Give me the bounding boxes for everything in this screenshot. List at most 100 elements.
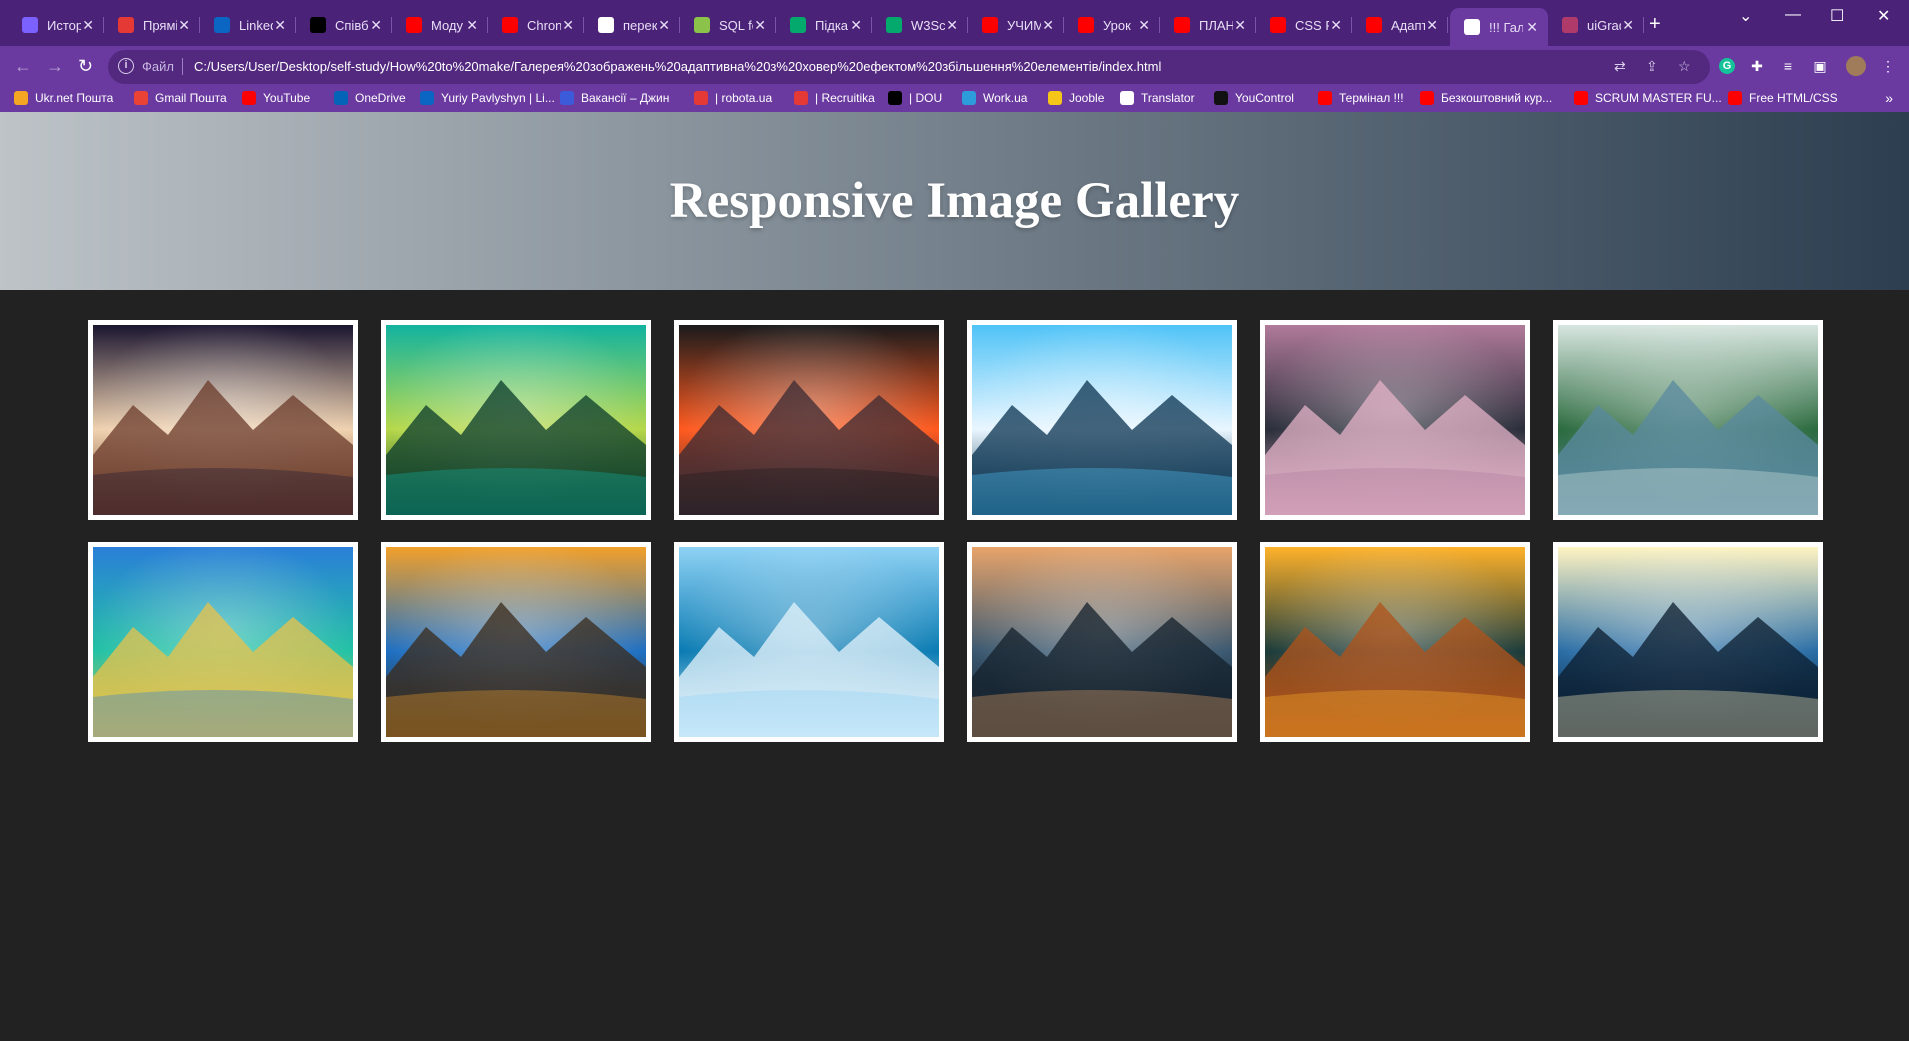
- bookmark-item[interactable]: | robota.ua: [694, 91, 772, 105]
- gallery-image-ocean-wave: [679, 547, 939, 737]
- tab-close-icon[interactable]: ✕: [1526, 19, 1538, 36]
- m-logo-icon: [694, 17, 710, 33]
- bookmark-item[interactable]: Термінал !!!: [1318, 91, 1404, 105]
- bookmark-item[interactable]: Yuriy Pavlyshyn | Li...: [420, 91, 555, 105]
- browser-tab[interactable]: УЧИМ ✕: [968, 10, 1064, 40]
- bookmark-item[interactable]: Вакансії – Джин: [560, 91, 669, 105]
- bookmark-item[interactable]: Free HTML/CSS: [1728, 91, 1838, 105]
- browser-tab[interactable]: W3Sch✕: [872, 10, 968, 40]
- reload-icon[interactable]: ↻: [78, 56, 93, 77]
- tab-close-icon[interactable]: ✕: [658, 17, 670, 34]
- gallery-card[interactable]: [88, 320, 358, 520]
- tab-close-icon[interactable]: ✕: [1622, 17, 1634, 34]
- site-info-icon[interactable]: i: [118, 58, 134, 74]
- youtube-icon: [1728, 91, 1742, 105]
- youtube-icon: [1318, 91, 1332, 105]
- bookmark-item[interactable]: YouTube: [242, 91, 310, 105]
- globe-icon: [1464, 19, 1480, 35]
- bookmark-label: YouTube: [263, 91, 311, 105]
- tab-close-icon[interactable]: ✕: [850, 17, 862, 34]
- bookmarks-overflow-icon[interactable]: »: [1885, 90, 1893, 106]
- browser-tab[interactable]: SQL fo✕: [680, 10, 776, 40]
- gallery-card[interactable]: [674, 320, 944, 520]
- browser-tab[interactable]: ПЛАН ✕: [1160, 10, 1256, 40]
- browser-tab[interactable]: Истор ✕: [8, 10, 104, 40]
- address-url[interactable]: C:/Users/User/Desktop/self-study/How%20t…: [194, 59, 1161, 74]
- gallery-image-sunset-beach-tree: [386, 547, 646, 737]
- bookmark-item[interactable]: | DOU: [888, 91, 942, 105]
- tab-close-icon[interactable]: ✕: [1138, 17, 1150, 34]
- close-window-button[interactable]: ✕: [1877, 6, 1890, 26]
- address-scheme-label: Файл: [142, 59, 174, 74]
- grammarly-extension-icon[interactable]: G: [1719, 58, 1735, 74]
- gallery-card[interactable]: [674, 542, 944, 742]
- tab-close-icon[interactable]: ✕: [1330, 17, 1342, 34]
- tab-close-icon[interactable]: ✕: [82, 17, 94, 34]
- side-panel-icon[interactable]: ▣: [1812, 58, 1828, 74]
- minimize-button[interactable]: —: [1785, 6, 1801, 24]
- bookmark-item[interactable]: Work.ua: [962, 91, 1027, 105]
- browser-tab[interactable]: uiGrad✕: [1548, 10, 1644, 40]
- tab-close-icon[interactable]: ✕: [178, 17, 190, 34]
- tab-title: W3Sch: [911, 17, 945, 33]
- gallery-card[interactable]: [1260, 320, 1530, 520]
- browser-tab[interactable]: Адапт ✕: [1352, 10, 1448, 40]
- browser-tab[interactable]: Моду ✕: [392, 10, 488, 40]
- bookmark-item[interactable]: OneDrive: [334, 91, 406, 105]
- browser-tab[interactable]: Linked✕: [200, 10, 296, 40]
- browser-tab[interactable]: Урок ✕: [1064, 10, 1160, 40]
- tab-close-icon[interactable]: ✕: [274, 17, 286, 34]
- djinni-icon: [560, 91, 574, 105]
- browser-tab[interactable]: Співбе✕: [296, 10, 392, 40]
- browser-tab[interactable]: !!! Гал ✕: [1450, 8, 1548, 46]
- bookmark-item[interactable]: SCRUM MASTER FU...: [1574, 91, 1722, 105]
- extensions-puzzle-icon[interactable]: ✚: [1749, 58, 1765, 74]
- gallery-card[interactable]: [381, 542, 651, 742]
- tab-close-icon[interactable]: ✕: [946, 17, 958, 34]
- bookmark-item[interactable]: | Recruitika: [794, 91, 875, 105]
- forward-icon[interactable]: →: [46, 56, 64, 77]
- browser-tab[interactable]: перек ✕: [584, 10, 680, 40]
- gallery-card[interactable]: [1260, 542, 1530, 742]
- tab-close-icon[interactable]: ✕: [754, 17, 766, 34]
- gallery-card[interactable]: [1553, 542, 1823, 742]
- bookmark-item[interactable]: Безкоштовний кур...: [1420, 91, 1552, 105]
- gallery-card[interactable]: [967, 542, 1237, 742]
- address-bar[interactable]: i Файл C:/Users/User/Desktop/self-study/…: [108, 50, 1710, 84]
- bookmark-item[interactable]: Ukr.net Пошта: [14, 91, 113, 105]
- browser-tab[interactable]: Прямі ✕: [104, 10, 200, 40]
- dou-icon: [888, 91, 902, 105]
- tab-separator: [1643, 17, 1644, 33]
- browser-menu-icon[interactable]: ⋮: [1880, 58, 1896, 74]
- tab-close-icon[interactable]: ✕: [1426, 17, 1438, 34]
- bookmark-item[interactable]: Translator: [1120, 91, 1195, 105]
- browser-tab[interactable]: Chron ✕: [488, 10, 584, 40]
- gallery-card[interactable]: [967, 320, 1237, 520]
- tab-close-icon[interactable]: ✕: [370, 17, 382, 34]
- bookmark-label: | Recruitika: [815, 91, 875, 105]
- translate-icon[interactable]: ⇄: [1614, 58, 1626, 75]
- back-icon[interactable]: ←: [14, 56, 32, 77]
- tab-close-icon[interactable]: ✕: [466, 17, 478, 34]
- gallery-card[interactable]: [381, 320, 651, 520]
- tab-close-icon[interactable]: ✕: [1042, 17, 1054, 34]
- browser-tab[interactable]: CSS Fl✕: [1256, 10, 1352, 40]
- tab-title: ПЛАН: [1199, 17, 1233, 33]
- reading-list-icon[interactable]: ≡: [1780, 58, 1796, 74]
- profile-avatar[interactable]: [1846, 56, 1866, 76]
- bookmark-star-icon[interactable]: ☆: [1678, 58, 1691, 75]
- tab-close-icon[interactable]: ✕: [1234, 17, 1246, 34]
- youtube-icon: [982, 17, 998, 33]
- bookmark-item[interactable]: Gmail Пошта: [134, 91, 227, 105]
- bookmark-item[interactable]: YouControl: [1214, 91, 1294, 105]
- browser-tab[interactable]: Підка ✕: [776, 10, 872, 40]
- gallery-card[interactable]: [1553, 320, 1823, 520]
- bookmark-item[interactable]: Jooble: [1048, 91, 1104, 105]
- w3schools-icon: [886, 17, 902, 33]
- tab-search-icon[interactable]: ⌄: [1739, 6, 1752, 26]
- gallery-card[interactable]: [88, 542, 358, 742]
- maximize-button[interactable]: ☐: [1830, 6, 1844, 26]
- tab-close-icon[interactable]: ✕: [562, 17, 574, 34]
- new-tab-button[interactable]: +: [1649, 13, 1661, 36]
- share-icon[interactable]: ⇪: [1646, 58, 1658, 75]
